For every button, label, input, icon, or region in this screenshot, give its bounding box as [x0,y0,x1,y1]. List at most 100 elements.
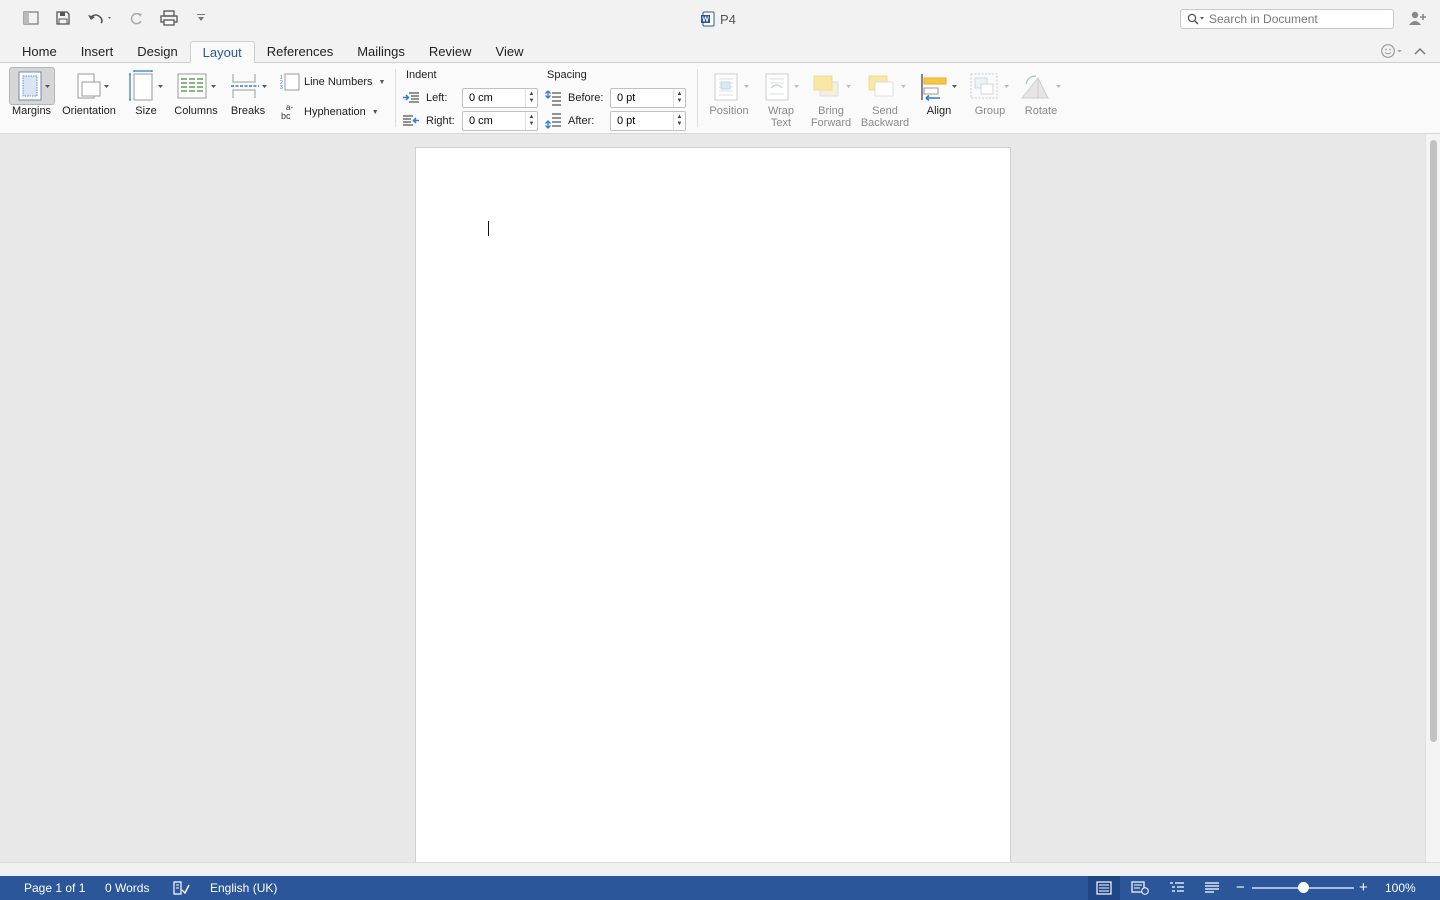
indent-left-row: Left: ▲▼ [402,88,538,108]
send-backward-button[interactable]: Send Backward [858,67,912,129]
draft-icon [1205,882,1219,893]
line-numbers-button[interactable]: 123 Line Numbers ▼ [280,73,385,91]
print-layout-view-button[interactable] [1088,876,1120,900]
hyphenation-label: Hyphenation [304,106,366,118]
columns-button[interactable]: Columns [173,67,219,117]
spacing-after-input[interactable] [611,112,673,130]
line-numbers-icon: 123 [280,73,300,91]
orientation-label: Orientation [62,105,116,117]
indent-group-title: Indent [406,69,437,81]
columns-icon [177,73,216,99]
search-input[interactable] [1209,12,1389,26]
proofing-icon[interactable] [172,880,190,899]
print-icon[interactable] [160,9,178,27]
zoom-in-icon[interactable]: + [1359,879,1368,896]
customize-toolbar-icon[interactable] [192,9,210,27]
rotate-label: Rotate [1024,105,1058,117]
search-icon [1187,13,1204,25]
spacing-after-stepper[interactable]: ▲▼ [610,111,686,131]
sidebar-toggle-icon[interactable] [22,9,40,27]
document-title-text: P4 [720,11,736,27]
group-icon [970,73,1009,99]
undo-icon[interactable] [86,9,114,27]
save-icon[interactable] [54,9,72,27]
spacing-before-stepper[interactable]: ▲▼ [610,88,686,108]
ribbon-layout: Margins Orientation Size Columns Breaks … [0,63,1440,134]
tab-view[interactable]: View [484,41,536,63]
word-count[interactable]: 0 Words [105,881,149,895]
svg-text:W: W [702,17,709,24]
tab-references[interactable]: References [255,41,345,63]
hyphenation-button[interactable]: a-bc Hyphenation ▼ [280,103,379,121]
spacing-after-row: After: ▲▼ [544,111,686,131]
ribbon-tab-bar: Home Insert Design Layout References Mai… [0,38,1440,64]
orientation-button[interactable]: Orientation [60,67,118,117]
indent-left-input[interactable] [463,89,525,107]
page-count[interactable]: Page 1 of 1 [24,881,85,895]
rotate-icon [1020,75,1061,99]
hyphenation-dropdown-icon: ▼ [371,108,379,116]
bring-forward-icon [813,75,851,97]
position-label: Position [709,105,749,117]
spacing-before-arrows[interactable]: ▲ ▼ [673,89,685,107]
indent-right-stepper[interactable]: ▲▼ [462,111,538,131]
zoom-out-icon[interactable]: − [1236,879,1245,896]
vertical-scrollbar[interactable] [1425,134,1440,862]
outline-view-button[interactable] [1161,876,1193,900]
tab-mailings[interactable]: Mailings [345,41,417,63]
align-icon [921,74,957,102]
rotate-button[interactable]: Rotate [1018,67,1064,117]
indent-left-stepper[interactable]: ▲▼ [462,88,538,108]
group-button[interactable]: Group [967,67,1013,117]
margins-label: Margins [11,105,52,117]
line-numbers-label: Line Numbers [304,76,373,88]
redo-icon[interactable] [128,9,146,27]
language-indicator[interactable]: English (UK) [210,881,277,895]
collapse-ribbon-icon[interactable] [1414,46,1426,56]
position-button[interactable]: Position [706,67,752,117]
group-label: Group [974,105,1006,117]
document-page[interactable] [415,147,1011,877]
spacing-before-label: Before: [568,92,604,104]
breaks-button[interactable]: Breaks [227,67,269,117]
word-document-icon: W [701,11,715,27]
zoom-level[interactable]: 100% [1385,881,1416,895]
tab-insert[interactable]: Insert [69,41,126,63]
spacing-after-label: After: [568,115,595,127]
zoom-slider-thumb[interactable] [1298,882,1309,893]
send-backward-icon [868,75,906,97]
indent-right-input[interactable] [463,112,525,130]
spacing-after-arrows[interactable]: ▲ ▼ [673,112,685,130]
horizontal-scroll-area [0,862,1440,876]
columns-label: Columns [174,105,218,117]
spacing-before-row: Before: ▲▼ [544,88,686,108]
indent-left-arrows[interactable]: ▲ ▼ [525,89,537,107]
title-bar: W P4 [0,0,1440,38]
align-button[interactable]: Align [918,67,960,117]
bring-forward-button[interactable]: Bring Forward [808,67,854,129]
tab-design[interactable]: Design [125,41,189,63]
search-box[interactable] [1180,9,1394,29]
page-size-icon [129,70,163,101]
spacing-group-title: Spacing [547,69,587,81]
margins-button[interactable]: Margins [8,67,55,117]
tab-review[interactable]: Review [417,41,484,63]
ribbon-separator [697,69,698,127]
tab-layout[interactable]: Layout [189,41,255,64]
orientation-icon [77,73,109,99]
text-cursor [488,221,489,236]
wrap-text-button[interactable]: Wrap Text [760,67,802,129]
size-button[interactable]: Size [126,67,166,117]
vertical-scrollbar-thumb[interactable] [1430,140,1437,742]
wrap-text-label: Wrap Text [767,105,795,129]
spacing-before-input[interactable] [611,89,673,107]
feedback-smiley-icon[interactable] [1380,43,1404,59]
share-button[interactable] [1408,10,1428,29]
indent-right-arrows[interactable]: ▲ ▼ [525,112,537,130]
indent-left-icon [403,92,419,103]
svg-text:3: 3 [280,85,283,91]
draft-view-button[interactable] [1196,876,1228,900]
tab-home[interactable]: Home [10,41,69,63]
document-title: W P4 [700,11,736,27]
web-layout-view-button[interactable] [1124,876,1156,900]
